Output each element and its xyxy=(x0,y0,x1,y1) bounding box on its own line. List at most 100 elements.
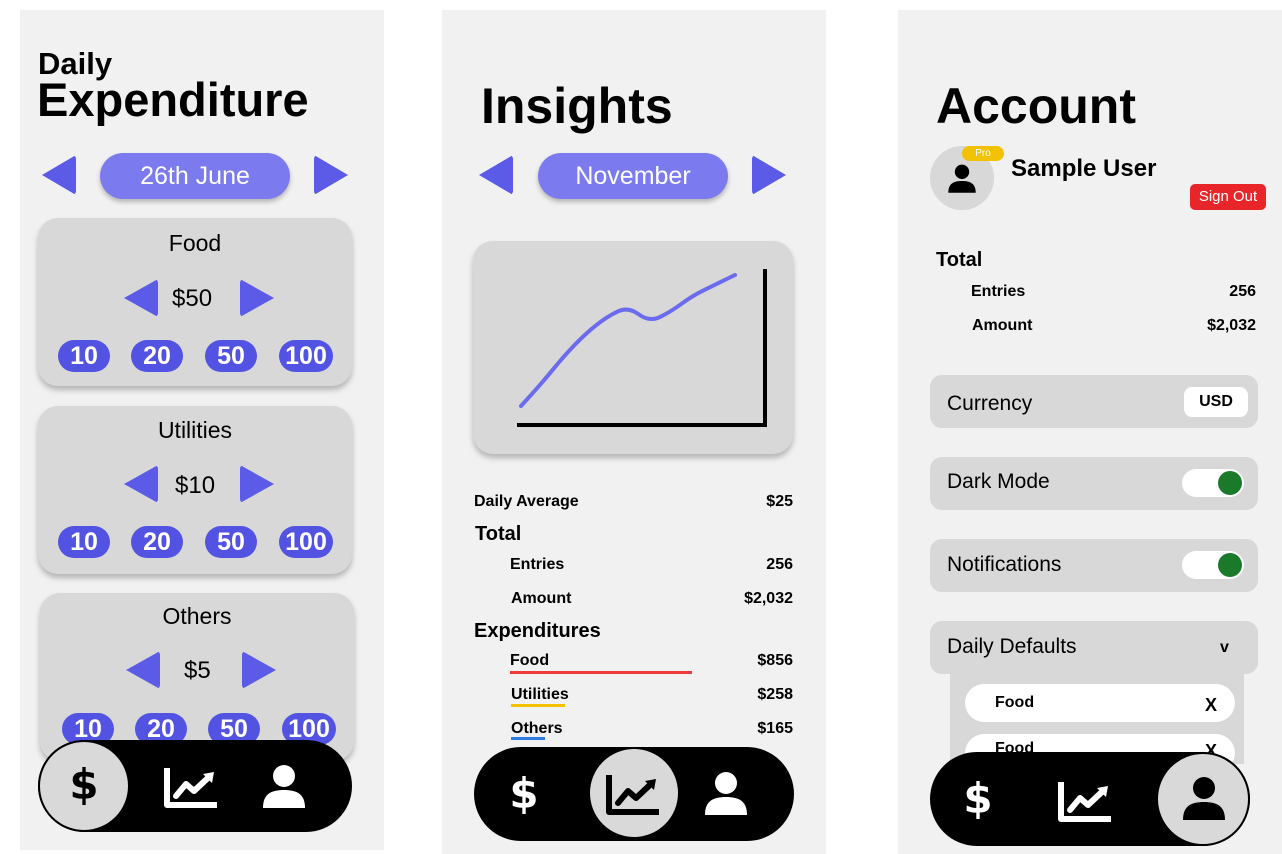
nav-insights-button[interactable] xyxy=(164,766,220,813)
entries-label: Entries xyxy=(510,556,565,573)
increase-button[interactable] xyxy=(240,279,274,317)
nav-expenditure-button[interactable]: $ xyxy=(954,774,1002,823)
nav-insights-button[interactable] xyxy=(588,747,680,839)
prev-date-button[interactable] xyxy=(42,155,76,195)
chip-50[interactable]: 50 xyxy=(205,526,257,558)
currency-select[interactable]: USD xyxy=(1184,387,1248,417)
page-title: Account xyxy=(936,78,1136,134)
nav-insights-button[interactable] xyxy=(1058,780,1114,827)
utilities-bar xyxy=(511,704,565,707)
chip-100[interactable]: 100 xyxy=(279,526,333,558)
expenditure-food-value: $856 xyxy=(757,652,793,669)
decrease-button[interactable] xyxy=(126,651,160,689)
insights-screen: Insights November Daily Average $25 Tota… xyxy=(442,10,826,854)
category-card-others: Others $5 10 20 50 100 xyxy=(40,593,354,761)
decrease-button[interactable] xyxy=(124,279,158,317)
chip-50[interactable]: 50 xyxy=(205,340,257,372)
category-card-utilities: Utilities $10 10 20 50 100 xyxy=(38,406,352,574)
next-date-button[interactable] xyxy=(314,155,348,195)
dollar-icon: $ xyxy=(963,774,993,823)
expenditure-others-value: $165 xyxy=(757,720,793,737)
bottom-nav: $ xyxy=(38,740,352,832)
expenditure-utilities-value: $258 xyxy=(757,686,793,703)
page-title: Insights xyxy=(481,78,673,134)
nav-account-button[interactable] xyxy=(1156,752,1250,846)
nav-expenditure-button[interactable]: $ xyxy=(38,740,130,832)
month-pill[interactable]: November xyxy=(538,153,728,199)
user-icon xyxy=(948,164,976,193)
dark-mode-setting: Dark Mode xyxy=(930,457,1258,510)
amount-label: Amount xyxy=(511,590,572,607)
notifications-label: Notifications xyxy=(947,553,1062,576)
increase-button[interactable] xyxy=(240,465,274,503)
expenditure-screen: Daily Expenditure 26th June Food $50 10 … xyxy=(20,10,384,850)
dark-mode-toggle[interactable] xyxy=(1182,469,1244,497)
default-item: Food X xyxy=(965,684,1235,722)
bottom-nav: $ xyxy=(474,747,794,841)
default-item-label: Food xyxy=(995,694,1035,711)
total-label: Total xyxy=(936,249,983,271)
daily-defaults-label: Daily Defaults xyxy=(947,635,1077,658)
toggle-knob xyxy=(1218,553,1242,577)
sign-out-button[interactable]: Sign Out xyxy=(1190,184,1266,210)
food-bar xyxy=(510,671,692,674)
amount-value: $2,032 xyxy=(1207,317,1256,334)
trend-chart-icon xyxy=(1058,782,1111,822)
currency-setting: Currency USD xyxy=(930,375,1258,428)
category-amount: $50 xyxy=(172,285,213,312)
dollar-icon: $ xyxy=(69,760,99,809)
expenditure-utilities-label: Utilities xyxy=(511,686,569,703)
amount-label: Amount xyxy=(972,317,1033,334)
category-name: Utilities xyxy=(157,417,233,443)
next-month-button[interactable] xyxy=(752,155,786,195)
chip-20[interactable]: 20 xyxy=(131,526,183,558)
expenditure-others-label: Others xyxy=(511,720,563,737)
daily-defaults-list: Food X Food X xyxy=(950,674,1244,772)
daily-average-label: Daily Average xyxy=(474,493,579,510)
entries-label: Entries xyxy=(971,283,1026,300)
entries-value: 256 xyxy=(1229,283,1256,300)
account-screen: Account Pro Sample User Sign Out Total E… xyxy=(898,10,1282,854)
chip-10[interactable]: 10 xyxy=(58,526,110,558)
chip-20[interactable]: 20 xyxy=(131,340,183,372)
increase-button[interactable] xyxy=(242,651,276,689)
expenditure-food-label: Food xyxy=(510,652,550,669)
chip-100[interactable]: 100 xyxy=(279,340,333,372)
page-title: Expenditure xyxy=(37,73,309,126)
insights-chart-card xyxy=(473,241,793,454)
series-line xyxy=(519,272,737,408)
date-pill[interactable]: 26th June xyxy=(100,153,290,199)
category-amount: $10 xyxy=(175,472,216,499)
category-card-food: Food $50 10 20 50 100 xyxy=(38,218,352,386)
notifications-toggle[interactable] xyxy=(1182,551,1244,579)
daily-average-value: $25 xyxy=(766,493,793,510)
dark-mode-label: Dark Mode xyxy=(947,470,1050,493)
nav-account-button[interactable] xyxy=(261,764,307,815)
trend-chart-icon xyxy=(606,775,659,815)
total-label: Total xyxy=(475,523,522,545)
prev-month-button[interactable] xyxy=(479,155,513,195)
daily-defaults-setting[interactable]: Daily Defaults v xyxy=(930,621,1258,674)
amount-value: $2,032 xyxy=(744,590,793,607)
entries-value: 256 xyxy=(766,556,793,573)
chip-10[interactable]: 10 xyxy=(58,340,110,372)
user-icon xyxy=(1183,777,1225,820)
remove-button[interactable]: X xyxy=(1205,695,1217,716)
user-icon xyxy=(263,765,305,808)
expenditures-label: Expenditures xyxy=(474,620,601,642)
toggle-knob xyxy=(1218,471,1242,495)
nav-expenditure-button[interactable]: $ xyxy=(500,769,548,818)
decrease-button[interactable] xyxy=(124,465,158,503)
user-icon xyxy=(705,772,747,815)
pro-badge: Pro xyxy=(962,146,1004,161)
category-amount: $5 xyxy=(184,657,211,684)
nav-account-button[interactable] xyxy=(703,771,749,822)
category-name: Food xyxy=(168,230,222,256)
line-chart xyxy=(517,269,767,427)
user-name: Sample User xyxy=(1011,155,1157,182)
currency-label: Currency xyxy=(947,392,1033,415)
category-name: Others xyxy=(162,603,232,629)
notifications-setting: Notifications xyxy=(930,539,1258,592)
bottom-nav: $ xyxy=(930,752,1250,846)
others-bar xyxy=(511,737,545,740)
